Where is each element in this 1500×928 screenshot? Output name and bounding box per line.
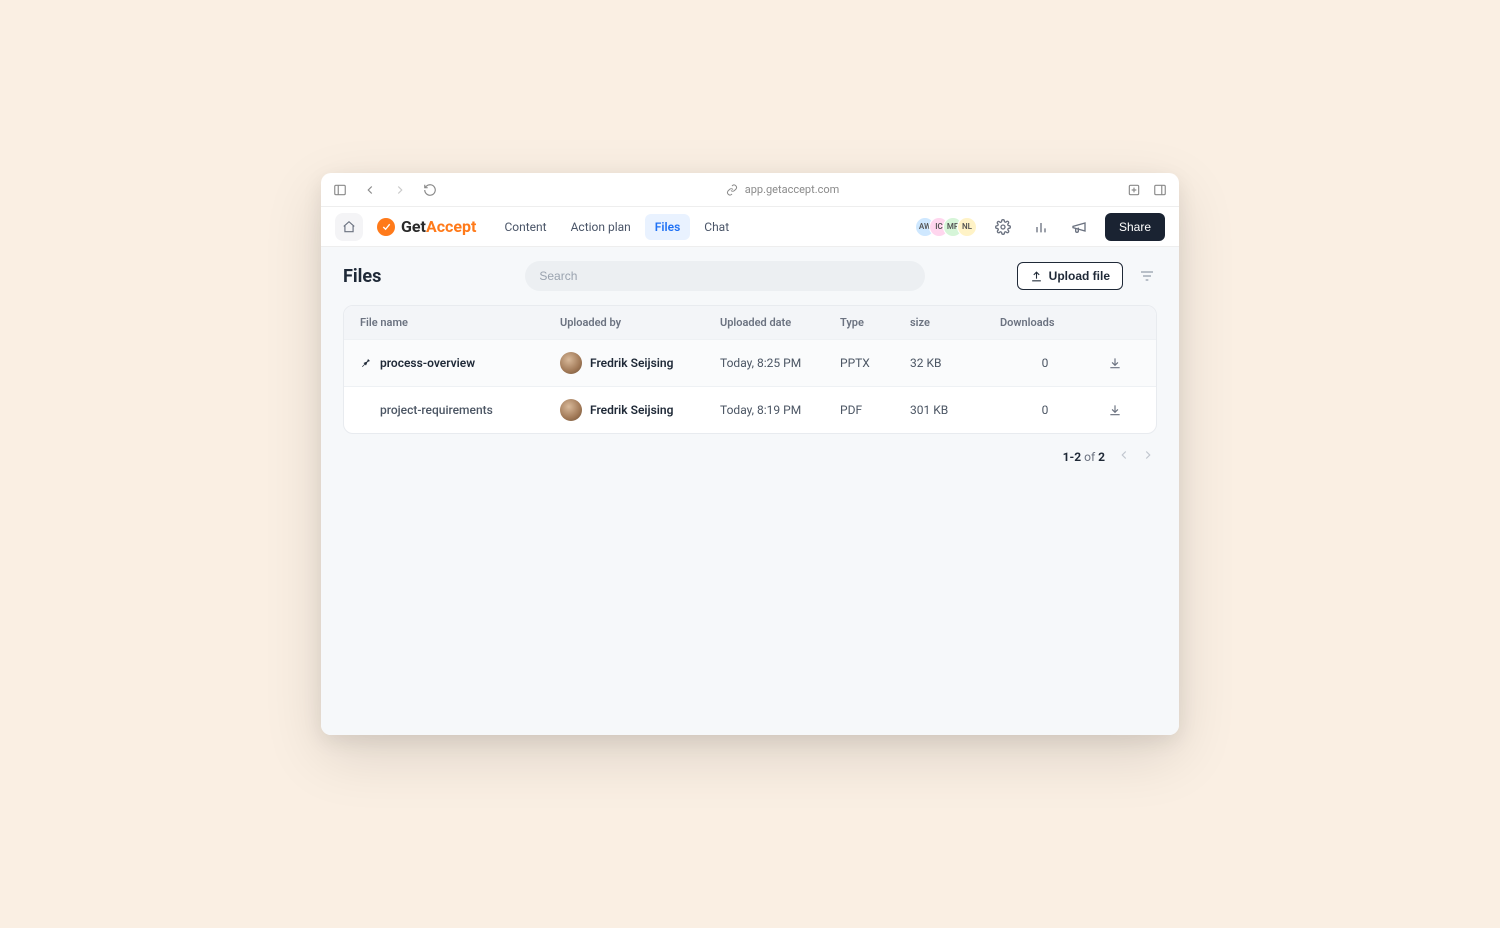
table-row[interactable]: process-overview Fredrik Seijsing Today,… xyxy=(344,339,1156,386)
col-file-name[interactable]: File name xyxy=(360,316,560,329)
col-size[interactable]: size xyxy=(910,316,1000,329)
settings-icon[interactable] xyxy=(991,215,1015,239)
share-button[interactable]: Share xyxy=(1105,213,1165,241)
pin-icon xyxy=(360,356,372,371)
upload-file-button[interactable]: Upload file xyxy=(1017,262,1123,290)
col-uploaded-by[interactable]: Uploaded by xyxy=(560,316,720,329)
col-type[interactable]: Type xyxy=(840,316,910,329)
pagination: 1-2 of 2 xyxy=(343,446,1157,467)
download-icon[interactable] xyxy=(1090,403,1140,417)
reload-icon[interactable] xyxy=(423,183,437,197)
forward-icon[interactable] xyxy=(393,183,407,197)
page-total: 2 xyxy=(1098,450,1105,464)
file-name-text: process-overview xyxy=(380,356,475,370)
collaborator-avatars[interactable]: AW IC MP NL xyxy=(921,217,977,237)
download-icon[interactable] xyxy=(1090,356,1140,370)
brand-logo[interactable]: GetAccept xyxy=(377,217,476,236)
col-downloads[interactable]: Downloads xyxy=(1000,316,1090,329)
tab-content[interactable]: Content xyxy=(494,214,556,240)
file-downloads: 0 xyxy=(1000,403,1090,417)
avatar: NL xyxy=(957,217,977,237)
file-size: 32 KB xyxy=(910,356,1000,370)
uploader-name: Fredrik Seijsing xyxy=(590,356,673,370)
brand-part2: Accept xyxy=(426,217,476,236)
tab-action-plan[interactable]: Action plan xyxy=(561,214,641,240)
nav-tabs: Content Action plan Files Chat xyxy=(494,214,739,240)
share-chrome-icon[interactable] xyxy=(1127,183,1141,197)
tab-files[interactable]: Files xyxy=(645,214,690,240)
home-button[interactable] xyxy=(335,213,363,241)
url-text: app.getaccept.com xyxy=(745,183,840,196)
analytics-icon[interactable] xyxy=(1029,215,1053,239)
address-bar[interactable]: app.getaccept.com xyxy=(447,183,1117,197)
tab-chat[interactable]: Chat xyxy=(694,214,739,240)
page-of: of xyxy=(1084,450,1095,464)
table-row[interactable]: project-requirements Fredrik Seijsing To… xyxy=(344,386,1156,433)
link-icon xyxy=(725,183,739,197)
page-title: Files xyxy=(343,266,381,287)
announce-icon[interactable] xyxy=(1067,215,1091,239)
file-size: 301 KB xyxy=(910,403,1000,417)
uploaded-date: Today, 8:19 PM xyxy=(720,403,840,417)
user-avatar xyxy=(560,399,582,421)
browser-window: app.getaccept.com GetAccept Content Acti… xyxy=(321,173,1179,735)
file-type: PPTX xyxy=(840,356,910,370)
content-area: Files Upload file File name Uploaded by … xyxy=(321,247,1179,735)
app-header: GetAccept Content Action plan Files Chat… xyxy=(321,207,1179,247)
page-prev-icon[interactable] xyxy=(1115,446,1133,467)
filter-icon[interactable] xyxy=(1137,268,1157,284)
browser-chrome: app.getaccept.com xyxy=(321,173,1179,207)
search-container xyxy=(525,261,925,291)
search-input[interactable] xyxy=(525,261,925,291)
file-downloads: 0 xyxy=(1000,356,1090,370)
user-avatar xyxy=(560,352,582,374)
tabs-chrome-icon[interactable] xyxy=(1153,183,1167,197)
upload-label: Upload file xyxy=(1049,269,1110,283)
back-icon[interactable] xyxy=(363,183,377,197)
page-next-icon[interactable] xyxy=(1139,446,1157,467)
table-header: File name Uploaded by Uploaded date Type… xyxy=(344,306,1156,339)
page-range: 1-2 xyxy=(1063,450,1082,464)
sidebar-toggle-icon[interactable] xyxy=(333,183,347,197)
brand-mark-icon xyxy=(377,218,395,236)
uploader-name: Fredrik Seijsing xyxy=(590,403,673,417)
col-uploaded-date[interactable]: Uploaded date xyxy=(720,316,840,329)
page-toolbar: Files Upload file xyxy=(343,261,1157,291)
file-type: PDF xyxy=(840,403,910,417)
more-icon[interactable] xyxy=(1140,355,1157,371)
uploaded-date: Today, 8:25 PM xyxy=(720,356,840,370)
files-table: File name Uploaded by Uploaded date Type… xyxy=(343,305,1157,434)
brand-part1: Get xyxy=(401,217,426,236)
more-icon[interactable] xyxy=(1140,402,1157,418)
file-name-text: project-requirements xyxy=(380,403,493,417)
